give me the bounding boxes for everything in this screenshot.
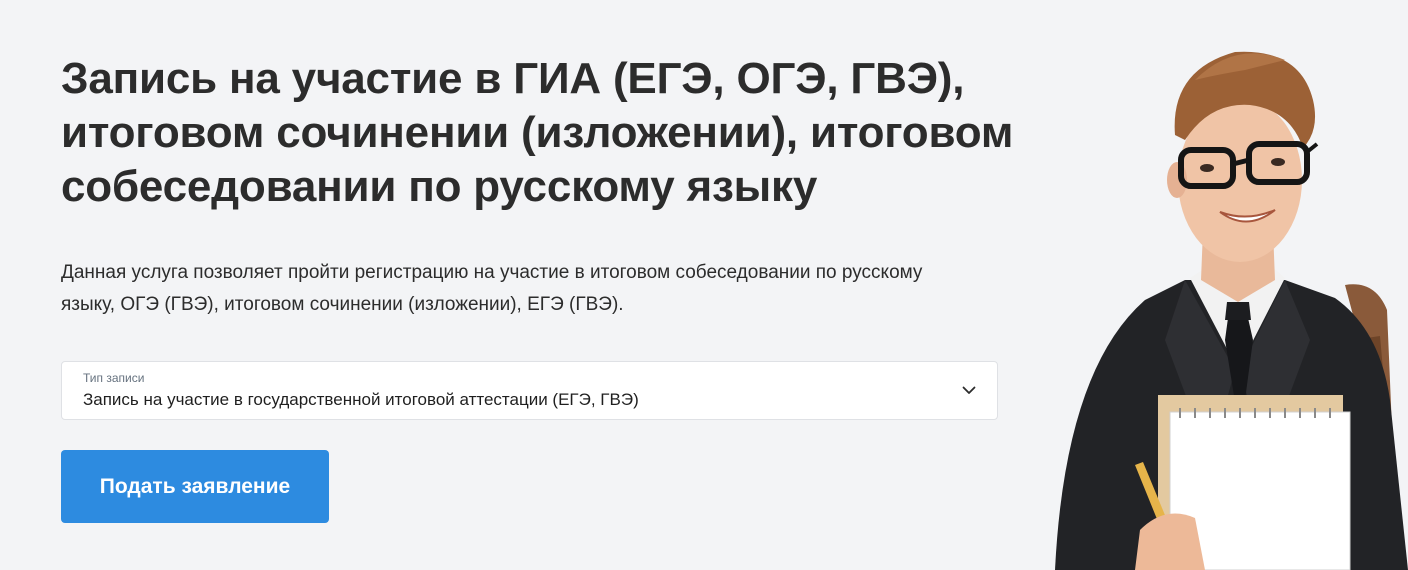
service-description: Данная услуга позволяет пройти регистрац… [61, 262, 923, 315]
service-hero: Запись на участие в ГИА (ЕГЭ, ОГЭ, ГВЭ),… [0, 0, 1408, 570]
page-title: Запись на участие в ГИА (ЕГЭ, ОГЭ, ГВЭ),… [61, 54, 1014, 211]
record-type-value: Запись на участие в государственной итог… [83, 390, 639, 409]
chevron-down-icon[interactable] [961, 382, 977, 398]
record-type-label: Тип записи [83, 371, 145, 385]
submit-application-button[interactable]: Подать заявление [61, 450, 329, 523]
student-illustration [1055, 51, 1408, 570]
record-type-select[interactable]: Тип записи Запись на участие в государст… [61, 361, 998, 420]
